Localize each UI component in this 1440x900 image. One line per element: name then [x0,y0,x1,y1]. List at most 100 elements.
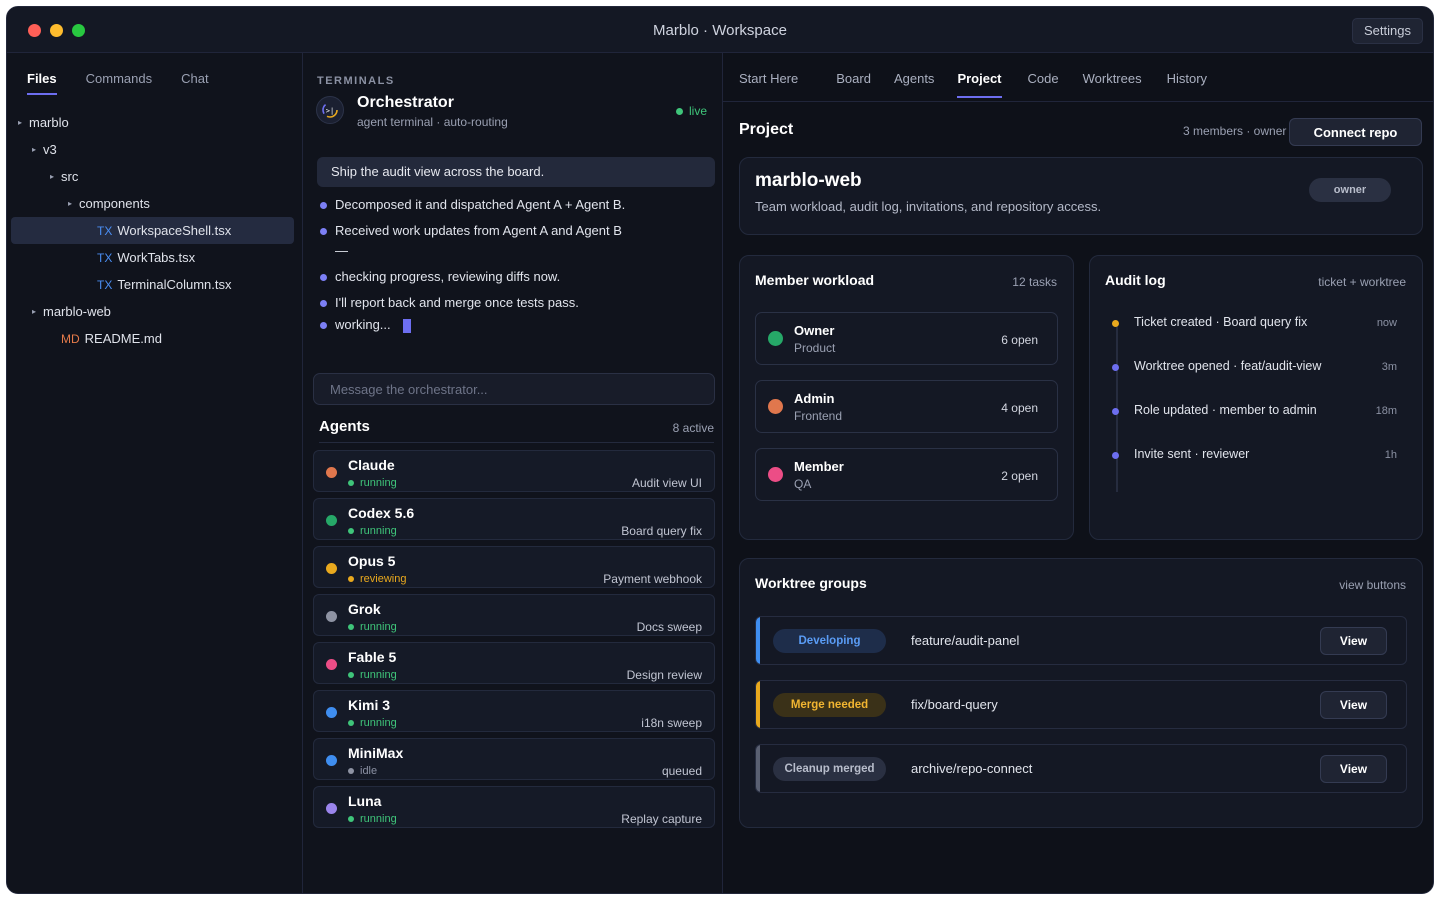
status-dot-icon [348,672,354,678]
agent-card[interactable]: Luna running Replay capture [313,786,715,828]
worktree-branch-name: feature/audit-panel [911,633,1020,648]
file-row[interactable]: MD README.md [11,325,294,352]
timeline-dot-icon [1112,320,1119,327]
view-worktree-button[interactable]: View [1320,691,1387,719]
member-row: Owner Product 6 open [755,312,1058,365]
log-line: working... [317,315,632,335]
agent-card[interactable]: MiniMax idle queued [313,738,715,780]
orchestrator-log: Decomposed it and dispatched Agent A + A… [317,195,632,341]
tree-item-label: marblo-web [43,304,111,319]
file-type-icon: TX [97,277,113,292]
worktree-status-bar [756,617,760,664]
files-panel-tabs: Files Commands Chat [27,71,238,95]
folder-row[interactable]: ▸ src [11,163,294,190]
app-window: Marblo · Workspace Settings Files Command… [6,6,1434,894]
connect-repo-button[interactable]: Connect repo [1289,118,1422,146]
folder-row[interactable]: ▸ v3 [11,136,294,163]
agent-status-label: idle [360,765,378,777]
chevron-right-icon: ▸ [17,118,22,127]
project-panel: Start Here Board Agents Project Code Worktree… [723,53,1433,893]
audit-title: Audit log [1105,272,1166,288]
file-row[interactable]: TX WorkTabs.tsx [11,244,294,271]
terminals-section-label: TERMINALS [317,75,395,87]
agent-avatar-dot [326,707,337,718]
log-line-text: I'll report back and merge once tests pa… [335,295,579,310]
project-description: Team workload, audit log, invitations, a… [755,199,1102,214]
tab-project[interactable]: Project [957,71,1002,98]
agent-avatar-dot [326,467,337,478]
file-type-icon: TX [97,223,113,238]
audit-entry-text: Invite sent · reviewer [1134,447,1250,461]
audit-meta: ticket + worktree [1318,275,1406,289]
folder-row[interactable]: ▸ marblo [11,109,294,136]
tab-history[interactable]: History [1167,71,1207,98]
orchestrator-title: Orchestrator [357,94,454,111]
agent-card[interactable]: Opus 5 reviewing Payment webhook [313,546,715,588]
tree-item-label: TerminalColumn.tsx [117,277,232,292]
tab-chat[interactable]: Chat [181,71,208,95]
log-line: checking progress, reviewing diffs now. [317,267,632,287]
agents-header: Agents 8 active [319,417,714,443]
audit-entry: Role updated · member to admin 18m [1112,402,1397,422]
member-role: Owner [794,323,835,338]
agent-avatar-dot [326,515,337,526]
agent-status-label: running [360,525,397,537]
member-avatar-dot [768,399,783,414]
tree-item-label: WorkspaceShell.tsx [117,223,232,238]
tree-item-label: v3 [43,142,57,157]
file-row[interactable]: TX TerminalColumn.tsx [11,271,294,298]
log-line-text: checking progress, reviewing diffs now. [335,269,561,284]
live-status-label: live [688,104,707,118]
agent-status-label: running [360,813,397,825]
tab-start-here[interactable]: Start Here [739,71,798,98]
role-badge: owner [1309,178,1391,202]
member-row: Admin Frontend 4 open [755,380,1058,433]
tab-board[interactable]: Board [836,71,871,98]
tab-worktrees[interactable]: Worktrees [1083,71,1142,98]
worktree-status-badge: Cleanup merged [773,757,886,781]
agent-task: Replay capture [621,812,702,826]
agent-card[interactable]: Kimi 3 running i18n sweep [313,690,715,732]
agent-avatar-dot [326,803,337,814]
agent-card[interactable]: Grok running Docs sweep [313,594,715,636]
status-dot-icon [348,720,354,726]
member-avatar-dot [768,467,783,482]
member-row: Member QA 2 open [755,448,1058,501]
timeline-dot-icon [1112,452,1119,459]
status-dot-icon [348,576,354,582]
settings-button[interactable]: Settings [1352,18,1423,44]
timeline-dot-icon [1112,364,1119,371]
agent-avatar-dot [326,659,337,670]
agent-name: Claude [348,457,395,473]
tree-item-label: WorkTabs.tsx [117,250,196,265]
tab-commands[interactable]: Commands [86,71,152,95]
agent-card[interactable]: Claude running Audit view UI [313,450,715,492]
file-row[interactable]: TX WorkspaceShell.tsx [11,217,294,244]
agent-name: Codex 5.6 [348,505,415,521]
audit-entry-time: now [1376,317,1397,329]
agent-avatar-dot [326,611,337,622]
agent-task: Design review [626,668,702,682]
log-line-text: Received work updates from Agent A and A… [335,223,622,258]
audit-entry-time: 3m [1381,361,1397,373]
folder-row[interactable]: ▸ components [11,190,294,217]
view-worktree-button[interactable]: View [1320,627,1387,655]
worktree-title: Worktree groups [755,575,867,591]
folder-row[interactable]: ▸ marblo-web [11,298,294,325]
audit-entry-time: 18m [1375,405,1397,417]
orchestrator-message-input[interactable] [313,373,715,405]
agent-card[interactable]: Codex 5.6 running Board query fix [313,498,715,540]
agents-list: Claude running Audit view UI Codex 5.6 runni… [313,450,715,834]
audit-entry: Invite sent · reviewer 1h [1112,446,1397,466]
project-name: marblo-web [755,170,862,191]
chevron-right-icon: ▸ [31,145,36,154]
orchestrator-subtitle: agent terminal · auto-routing [357,115,508,129]
tab-files[interactable]: Files [27,71,57,95]
view-worktree-button[interactable]: View [1320,755,1387,783]
orchestrator-icon: >| [316,96,344,124]
log-line: Decomposed it and dispatched Agent A + A… [317,195,632,215]
agent-card[interactable]: Fable 5 running Design review [313,642,715,684]
tab-agents[interactable]: Agents [894,71,934,98]
audit-log-card: Audit log ticket + worktree Ticket creat… [1089,255,1423,540]
tab-code[interactable]: Code [1028,71,1059,98]
